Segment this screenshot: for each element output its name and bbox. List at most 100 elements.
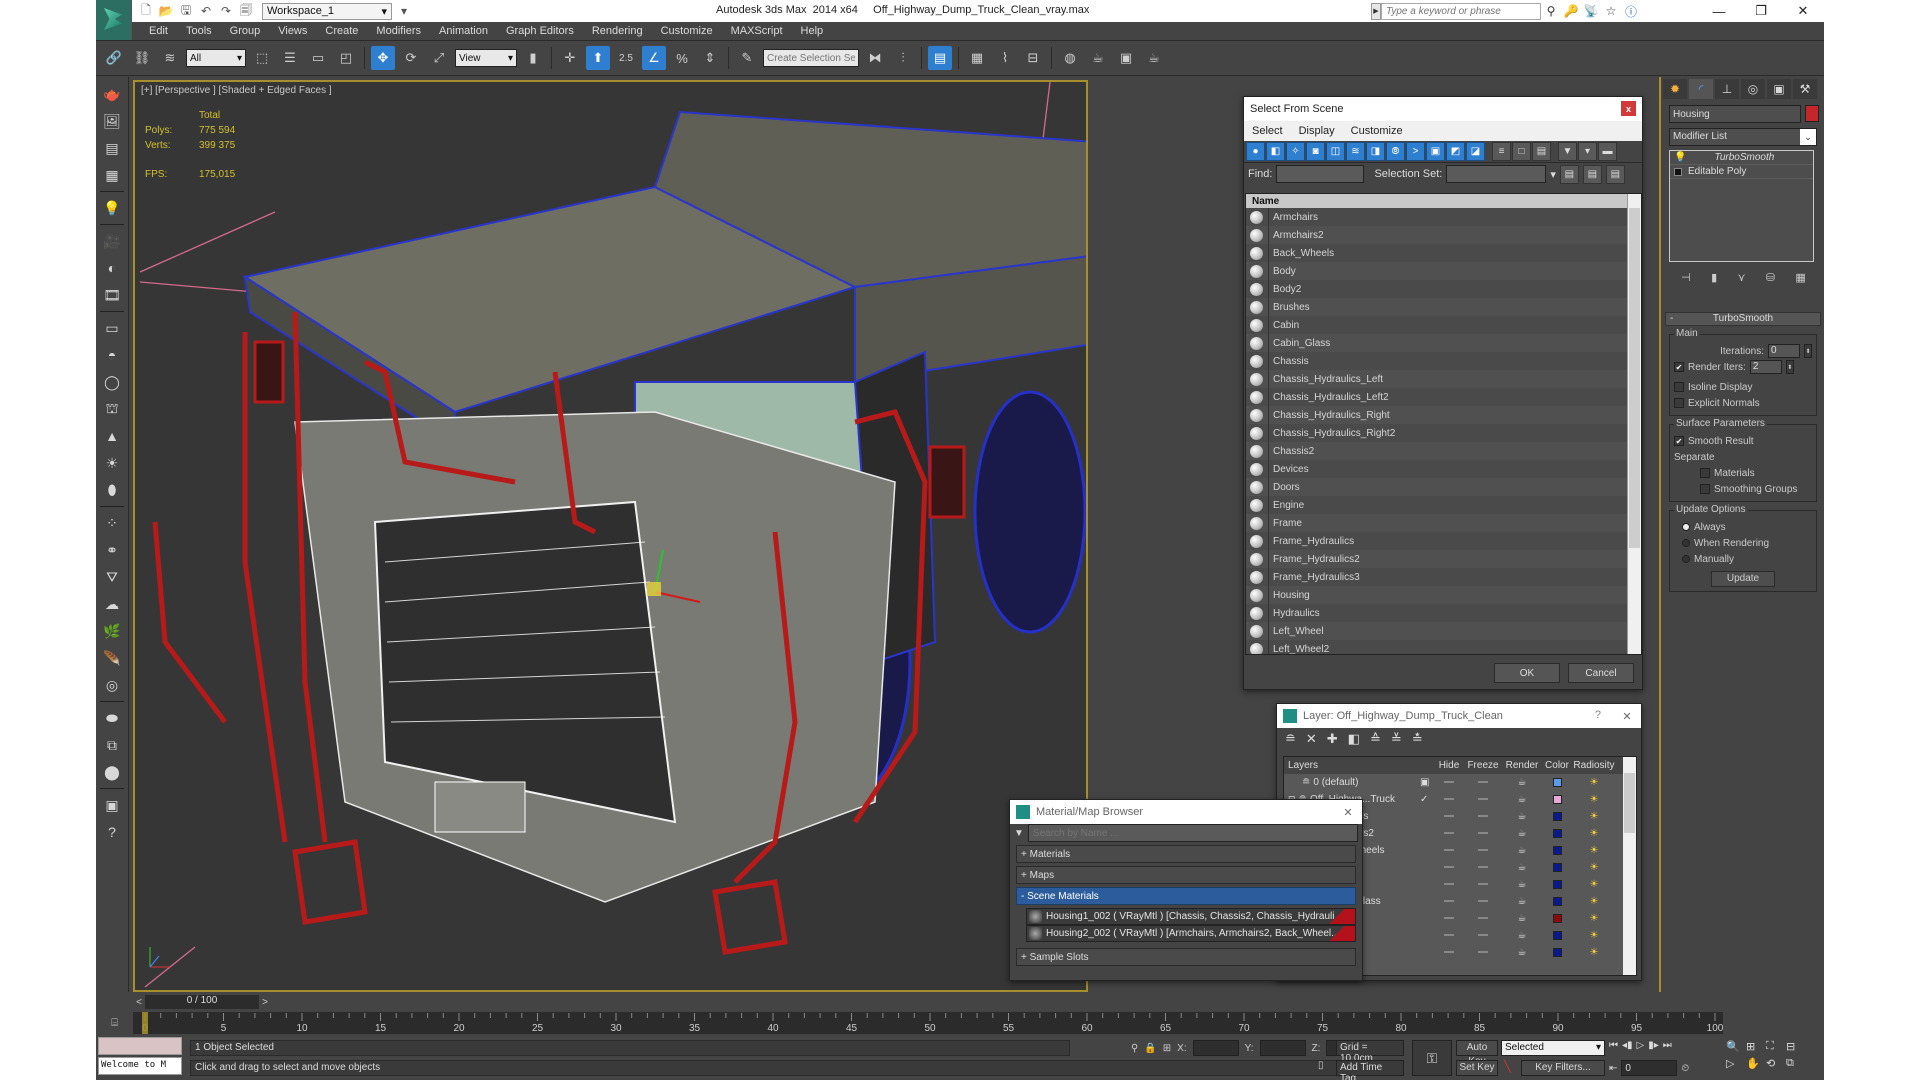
snaps-toggle-icon[interactable]: 2.5 bbox=[614, 46, 638, 70]
chevron-down-icon[interactable]: ▾ bbox=[1550, 168, 1556, 181]
list-item[interactable]: Frame_Hydraulics bbox=[1246, 532, 1641, 550]
make-unique-icon[interactable]: ⋎ bbox=[1737, 271, 1745, 284]
keyboard-shortcut-override-icon[interactable]: ⬆ bbox=[586, 46, 610, 70]
scrollbar-thumb[interactable] bbox=[1624, 773, 1635, 833]
vray-camera-icon[interactable]: 🎞 bbox=[101, 284, 123, 306]
vray-plane-light-icon[interactable]: ▭ bbox=[101, 317, 123, 339]
rendered-frame-window-icon[interactable]: ▣ bbox=[1114, 46, 1138, 70]
previous-key-icon[interactable]: ◂▮ bbox=[1622, 1040, 1633, 1051]
radiosity-icon[interactable]: ☀ bbox=[1572, 811, 1616, 822]
time-slider-thumb[interactable]: 0 / 100 bbox=[145, 995, 259, 1009]
remove-selection-set-icon[interactable]: ▤ bbox=[1582, 164, 1602, 184]
layer-explorer-icon[interactable]: ▤ bbox=[928, 46, 952, 70]
render-teapot-icon[interactable]: ☕ bbox=[1502, 811, 1542, 822]
graphite-ribbon-icon[interactable]: ▦ bbox=[965, 46, 989, 70]
current-frame-field[interactable] bbox=[1621, 1060, 1678, 1076]
link-icon[interactable]: 🔗 bbox=[102, 46, 126, 70]
col-color[interactable]: Color bbox=[1542, 760, 1572, 771]
hide-toggle[interactable] bbox=[1444, 781, 1454, 784]
cameras-filter-icon[interactable]: ◙ bbox=[1306, 142, 1325, 161]
close-icon[interactable]: ✕ bbox=[1340, 804, 1356, 820]
list-item[interactable]: Body2 bbox=[1246, 280, 1641, 298]
list-item[interactable]: Doors bbox=[1246, 478, 1641, 496]
smooth-result-checkbox[interactable]: ✔ bbox=[1674, 436, 1684, 446]
curve-editor-icon[interactable]: ⌇ bbox=[993, 46, 1017, 70]
spinner-snap-icon[interactable]: ⇕ bbox=[698, 46, 722, 70]
radiosity-icon[interactable]: ☀ bbox=[1572, 862, 1616, 873]
layer-color-swatch[interactable] bbox=[1552, 931, 1562, 940]
update-button[interactable]: Update bbox=[1711, 571, 1775, 587]
list-item[interactable]: Back_Wheels bbox=[1246, 244, 1641, 262]
radiosity-icon[interactable]: ☀ bbox=[1572, 947, 1616, 958]
reference-coordinate-dropdown[interactable]: View ▾ bbox=[455, 49, 517, 67]
camera-icon[interactable]: 🎥 bbox=[101, 230, 123, 252]
go-to-start-icon[interactable]: ⏮ bbox=[1609, 1040, 1618, 1051]
list-item[interactable]: Engine bbox=[1246, 496, 1641, 514]
auto-key-button[interactable]: Auto Key bbox=[1456, 1040, 1498, 1067]
list-scrollbar[interactable] bbox=[1627, 194, 1641, 654]
category-maps[interactable]: + Maps bbox=[1016, 866, 1356, 884]
render-teapot-icon[interactable]: ☕ bbox=[1502, 947, 1542, 958]
radiosity-icon[interactable]: ☀ bbox=[1572, 879, 1616, 890]
schematic-view-icon[interactable]: ⊟ bbox=[1021, 46, 1045, 70]
list-item[interactable]: Chassis bbox=[1246, 352, 1641, 370]
modifier-list-dropdown[interactable]: Modifier List ⌄ bbox=[1669, 128, 1817, 146]
render-iters-spinner[interactable]: 2 bbox=[1749, 360, 1782, 374]
selection-set-input[interactable] bbox=[1446, 165, 1547, 183]
maxscript-listener-output[interactable] bbox=[98, 1037, 182, 1055]
menu-edit[interactable]: Edit bbox=[140, 25, 177, 37]
space-warps-filter-icon[interactable]: ≋ bbox=[1346, 142, 1365, 161]
display-tab-icon[interactable]: ▣ bbox=[1767, 79, 1791, 99]
freeze-toggle[interactable] bbox=[1478, 849, 1488, 852]
field-of-view-icon[interactable]: ▷ bbox=[1726, 1057, 1746, 1070]
list-item[interactable]: Frame_Hydraulics2 bbox=[1246, 550, 1641, 568]
list-item[interactable]: Cabin_Glass bbox=[1246, 334, 1641, 352]
minimize-button[interactable]: — bbox=[1698, 0, 1740, 22]
ok-button[interactable]: OK bbox=[1494, 663, 1560, 683]
stack-item-editable-poly[interactable]: Editable Poly bbox=[1670, 165, 1813, 179]
find-input[interactable] bbox=[1276, 165, 1365, 183]
menu-group[interactable]: Group bbox=[221, 25, 270, 37]
helpers-filter-icon[interactable]: ◫ bbox=[1326, 142, 1345, 161]
render-iters-checkbox[interactable]: ✔ bbox=[1674, 362, 1684, 372]
list-item[interactable]: Frame_Hydraulics3 bbox=[1246, 568, 1641, 586]
list-item[interactable]: Brushes bbox=[1246, 298, 1641, 316]
new-file-icon[interactable]: 🗋 bbox=[138, 3, 154, 19]
geometry-filter-icon[interactable]: ● bbox=[1246, 142, 1265, 161]
hide-toggle[interactable] bbox=[1444, 798, 1454, 801]
render-teapot-icon[interactable]: ☕ bbox=[1502, 930, 1542, 941]
select-and-scale-icon[interactable]: ⤢ bbox=[427, 46, 451, 70]
zoom-icon[interactable]: 🔍 bbox=[1726, 1040, 1746, 1053]
menu-create[interactable]: Create bbox=[316, 25, 367, 37]
current-layer-box-icon[interactable]: ▣ bbox=[1420, 777, 1429, 788]
angle-snap-icon[interactable]: ∠ bbox=[642, 46, 666, 70]
close-button[interactable]: ✕ bbox=[1782, 0, 1824, 22]
select-and-rotate-icon[interactable]: ⟳ bbox=[399, 46, 423, 70]
shapes-filter-icon[interactable]: ◧ bbox=[1266, 142, 1285, 161]
layer-color-swatch[interactable] bbox=[1552, 897, 1562, 906]
go-to-end-icon[interactable]: ⏭ bbox=[1663, 1040, 1672, 1051]
material-editor-icon[interactable]: ◍ bbox=[1058, 46, 1082, 70]
menu-customize[interactable]: Customize bbox=[652, 25, 722, 37]
binoculars-icon[interactable]: ⚲ bbox=[1541, 2, 1561, 20]
iterations-spinner[interactable]: 0 bbox=[1768, 344, 1800, 358]
project-folder-icon[interactable]: 🗐 bbox=[238, 3, 254, 19]
freeze-toggle[interactable] bbox=[1478, 917, 1488, 920]
vray-proxy-icon[interactable]: ⛛ bbox=[101, 566, 123, 588]
layer-color-swatch[interactable] bbox=[1552, 829, 1562, 838]
unlink-icon[interactable]: ⛓ bbox=[130, 46, 154, 70]
menu-views[interactable]: Views bbox=[269, 25, 316, 37]
lightbulb-icon[interactable]: 💡 bbox=[1674, 152, 1686, 163]
light-lister-icon[interactable]: 💡 bbox=[101, 197, 123, 219]
orbit-icon[interactable]: ⟲ bbox=[1766, 1057, 1786, 1070]
viewport-label[interactable]: [+] [Perspective ] [Shaded + Edged Faces… bbox=[141, 85, 332, 96]
render-production-icon[interactable]: ☕ bbox=[1142, 46, 1166, 70]
select-object-icon[interactable]: ⬚ bbox=[250, 46, 274, 70]
expand-search-icon[interactable]: ▶ bbox=[1371, 2, 1381, 20]
smoothing-groups-checkbox[interactable] bbox=[1700, 484, 1710, 494]
default-tangent-icon[interactable]: ╲ bbox=[1504, 1060, 1518, 1076]
create-tab-icon[interactable]: ✹ bbox=[1663, 79, 1687, 99]
x-coordinate-field[interactable] bbox=[1192, 1040, 1239, 1056]
create-layer-icon[interactable]: ≘ bbox=[1285, 731, 1296, 747]
layer-color-swatch[interactable] bbox=[1552, 863, 1562, 872]
